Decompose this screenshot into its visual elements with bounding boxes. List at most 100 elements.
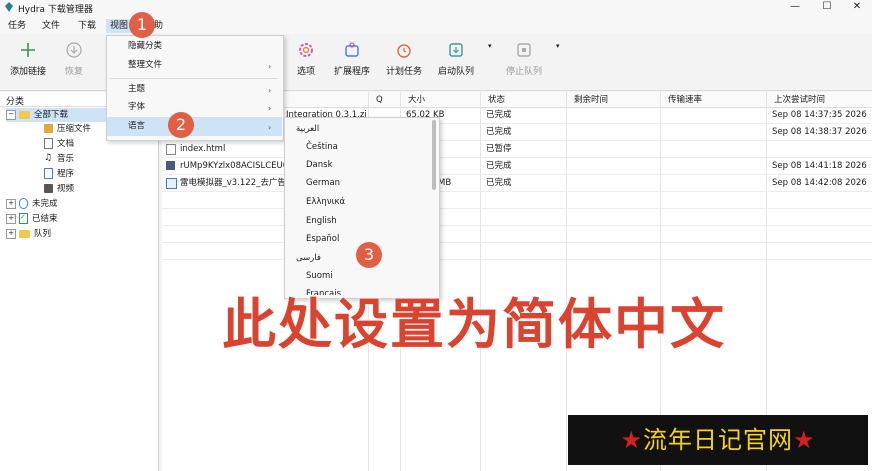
window-title: Hydra 下载管理器 bbox=[18, 5, 93, 15]
stop-queue-label: 停止队列 bbox=[505, 67, 542, 77]
collapse-icon[interactable]: − bbox=[6, 109, 16, 120]
row-divider bbox=[162, 225, 872, 226]
scheduler-button[interactable]: 计划任务 bbox=[374, 41, 434, 77]
file-name[interactable]: 雷电模拟器_v3.122_去广告 bbox=[180, 175, 284, 191]
language-persian[interactable]: فارسی bbox=[296, 249, 321, 268]
menu-item-hide-categories[interactable]: 隐藏分类 bbox=[128, 37, 162, 56]
tree-documents[interactable]: 文档 bbox=[44, 137, 74, 151]
submenu-arrow-icon: › bbox=[268, 104, 272, 113]
menu-task[interactable]: 任务 bbox=[8, 19, 26, 33]
last-try-time: Sep 08 14:37:35 2026 bbox=[772, 110, 867, 120]
music-note-icon: ♫ bbox=[44, 153, 53, 163]
file-name[interactable]: rUMp9KYzlx08ACISLCEU0 bbox=[180, 158, 284, 174]
resume-button[interactable]: 恢复 bbox=[44, 41, 104, 77]
language-greek[interactable]: Ελληνικά bbox=[306, 193, 345, 212]
star-icon: ★ bbox=[620, 426, 643, 454]
expand-icon[interactable]: + bbox=[6, 228, 16, 239]
title-bar: Hydra 下载管理器 bbox=[0, 0, 872, 16]
submenu-scrollbar[interactable] bbox=[432, 120, 436, 190]
tree-queue[interactable]: + 队列 bbox=[6, 227, 51, 241]
resume-label: 恢复 bbox=[64, 67, 83, 77]
step-badge-1: 1 bbox=[129, 12, 155, 38]
row-divider bbox=[162, 208, 872, 209]
program-window-icon bbox=[44, 168, 53, 179]
tree-music[interactable]: ♫ 音乐 bbox=[44, 152, 74, 166]
column-header-q[interactable]: Q bbox=[372, 93, 383, 107]
language-english[interactable]: English bbox=[306, 212, 337, 231]
tree-incomplete[interactable]: + 未完成 bbox=[6, 197, 58, 211]
submenu-arrow-icon: › bbox=[268, 123, 272, 132]
scheduler-label: 计划任务 bbox=[385, 67, 422, 77]
language-spanish[interactable]: Español bbox=[306, 230, 339, 249]
document-icon bbox=[44, 138, 53, 149]
expand-icon[interactable]: + bbox=[6, 198, 16, 209]
folder-icon bbox=[19, 110, 30, 119]
maximize-button[interactable]: ☐ bbox=[812, 0, 842, 14]
folder-icon bbox=[19, 229, 30, 238]
stop-queue-icon bbox=[517, 43, 531, 57]
file-status: 已暂停 bbox=[486, 144, 512, 154]
close-button[interactable]: ✕ bbox=[842, 0, 872, 14]
column-header-status[interactable]: 状态 bbox=[484, 93, 505, 107]
extensions-button[interactable]: 扩展程序 bbox=[322, 41, 382, 77]
tree-all-downloads[interactable]: − 全部下载 bbox=[6, 108, 106, 122]
file-status: 已完成 bbox=[486, 127, 512, 137]
tree-finished[interactable]: + ✓ 已结束 bbox=[6, 212, 58, 226]
app-logo-icon bbox=[5, 2, 13, 12]
category-panel bbox=[0, 92, 159, 471]
start-queue-dropdown-icon[interactable]: ▾ bbox=[488, 42, 492, 50]
incomplete-icon bbox=[19, 198, 28, 209]
star-icon: ★ bbox=[793, 426, 816, 454]
row-divider bbox=[162, 242, 872, 243]
last-try-time: Sep 08 14:38:37 2026 bbox=[772, 127, 867, 137]
file-name[interactable]: index.html bbox=[180, 141, 225, 157]
menu-item-font[interactable]: 字体 bbox=[128, 98, 145, 117]
language-arabic[interactable]: العربية bbox=[296, 120, 319, 139]
column-header-speed[interactable]: 传输速率 bbox=[664, 93, 702, 107]
last-try-time: Sep 08 14:41:18 2026 bbox=[772, 161, 867, 171]
extensions-label: 扩展程序 bbox=[333, 67, 370, 77]
archive-icon bbox=[44, 124, 53, 133]
menu-item-organize-files[interactable]: 整理文件 bbox=[128, 56, 162, 75]
minimize-button[interactable]: — bbox=[780, 0, 810, 14]
menu-file[interactable]: 文件 bbox=[42, 19, 60, 33]
row-divider bbox=[162, 191, 872, 192]
file-status: 已完成 bbox=[486, 161, 512, 171]
gear-icon bbox=[299, 43, 313, 57]
video-file-icon bbox=[166, 161, 175, 170]
submenu-arrow-icon: › bbox=[268, 62, 272, 71]
language-danish[interactable]: Dansk bbox=[306, 156, 333, 175]
tree-video[interactable]: 视频 bbox=[44, 182, 74, 196]
alarm-clock-icon bbox=[397, 44, 411, 58]
file-status: 已完成 bbox=[486, 110, 512, 120]
file-status: 已完成 bbox=[486, 178, 512, 188]
tree-programs[interactable]: 程序 bbox=[44, 167, 74, 181]
plus-icon bbox=[21, 43, 35, 57]
submenu-arrow-icon: › bbox=[268, 86, 272, 95]
stop-queue-dropdown-icon[interactable]: ▾ bbox=[556, 42, 560, 50]
start-queue-label: 启动队列 bbox=[437, 67, 474, 77]
tree-compressed[interactable]: 压缩文件 bbox=[44, 122, 91, 136]
stop-queue-button[interactable]: 停止队列 bbox=[494, 41, 554, 77]
step-badge-3: 3 bbox=[356, 242, 382, 268]
column-header-last-try[interactable]: 上次尝试时间 bbox=[770, 93, 825, 107]
row-divider bbox=[162, 259, 872, 260]
download-tray-icon bbox=[449, 43, 463, 57]
column-header-size[interactable]: 大小 bbox=[404, 93, 425, 107]
menu-separator bbox=[110, 78, 278, 79]
language-german[interactable]: German bbox=[306, 174, 340, 193]
start-queue-button[interactable]: 启动队列 bbox=[426, 41, 486, 77]
expand-icon[interactable]: + bbox=[6, 213, 16, 224]
overlay-caption: 此处设置为简体中文 bbox=[222, 293, 726, 356]
menu-item-theme[interactable]: 主题 bbox=[128, 80, 145, 99]
menu-item-language[interactable]: 语言 bbox=[128, 117, 145, 136]
step-badge-2: 2 bbox=[168, 112, 194, 138]
menu-download[interactable]: 下载 bbox=[78, 19, 96, 33]
language-czech[interactable]: Čeština bbox=[306, 138, 338, 157]
film-icon bbox=[44, 184, 53, 193]
column-header-remaining[interactable]: 剩余时间 bbox=[570, 93, 608, 107]
checkbox-icon: ✓ bbox=[19, 213, 28, 224]
last-try-time: Sep 08 14:42:08 2026 bbox=[772, 178, 867, 188]
program-file-icon bbox=[166, 178, 177, 189]
html-file-icon bbox=[166, 144, 176, 155]
